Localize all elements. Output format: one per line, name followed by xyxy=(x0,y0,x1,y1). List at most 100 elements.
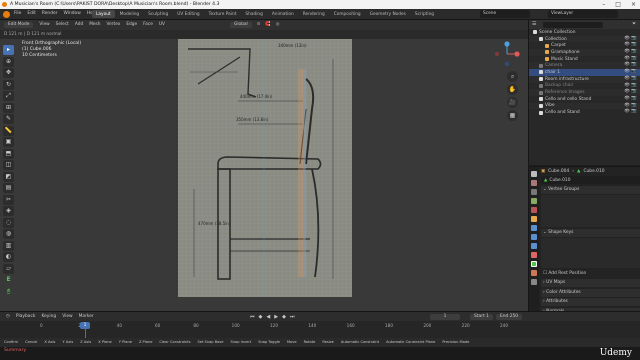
loop-cut-icon[interactable]: ▤ xyxy=(3,183,14,193)
edge-slide-icon[interactable]: ▥ xyxy=(3,240,14,251)
view-layer-selector[interactable]: ViewLayer xyxy=(548,10,618,18)
render-visibility-icon[interactable]: 📷 xyxy=(631,56,637,61)
tool-tab-icon[interactable] xyxy=(531,171,537,177)
visibility-icon[interactable]: 👁 xyxy=(624,56,630,61)
3d-viewport[interactable]: Front Orthographic (Local) (1) Cube.006 … xyxy=(0,39,528,311)
tab-shading[interactable]: Shading xyxy=(241,10,266,18)
visibility-icon[interactable]: 👁 xyxy=(624,76,630,81)
tab-scripting[interactable]: Scripting xyxy=(411,10,438,18)
timeline-menu-keying[interactable]: Keying xyxy=(41,314,56,319)
play-reverse-icon[interactable]: ◀ xyxy=(266,314,270,320)
select-box-icon[interactable]: ▸ xyxy=(3,45,14,55)
summary-label[interactable]: Summary xyxy=(4,348,26,353)
timeline-menu-playback[interactable]: Playback xyxy=(16,314,36,319)
outliner-item[interactable]: Gramaphone 👁 📷 xyxy=(529,49,640,56)
tab-geometry-nodes[interactable]: Geometry Nodes xyxy=(366,10,410,18)
poly-build-icon[interactable]: ◈ xyxy=(3,206,14,216)
add-rest-position-checkbox[interactable]: ☐ Add Rest Position xyxy=(541,270,640,278)
pan-icon[interactable]: ✋ xyxy=(507,84,518,95)
proportional-edit-icon[interactable]: ◎ xyxy=(276,22,280,28)
render-visibility-icon[interactable]: 📷 xyxy=(631,103,637,108)
scale-icon[interactable]: ⤢ xyxy=(3,91,14,101)
section-color-attributes[interactable]: › Color Attributes xyxy=(541,288,640,297)
material-tab-icon[interactable] xyxy=(531,270,537,276)
output-tab-icon[interactable] xyxy=(531,189,537,195)
snap-icon[interactable]: 🧲 xyxy=(265,22,270,28)
move-icon[interactable]: ✥ xyxy=(3,68,14,78)
render-tab-icon[interactable] xyxy=(531,180,537,186)
measure-icon[interactable]: 📏 xyxy=(3,125,14,136)
render-visibility-icon[interactable]: 📷 xyxy=(631,62,637,67)
smooth-icon[interactable]: ◍ xyxy=(3,229,14,239)
transform-icon[interactable]: ⊞ xyxy=(3,102,14,113)
filter-icon[interactable]: ⏷ xyxy=(632,21,636,27)
render-visibility-icon[interactable]: 📷 xyxy=(631,83,637,88)
render-visibility-icon[interactable]: 📷 xyxy=(631,76,637,81)
close-icon[interactable]: × xyxy=(631,1,636,8)
visibility-icon[interactable]: 👁 xyxy=(624,83,630,88)
jump-start-icon[interactable]: ⏮ xyxy=(250,314,255,320)
physics-tab-icon[interactable] xyxy=(531,243,537,249)
tab-animation[interactable]: Animation xyxy=(268,10,298,18)
visibility-icon[interactable]: 👁 xyxy=(624,96,630,101)
blender-menu-icon[interactable] xyxy=(3,11,10,18)
bevel-icon[interactable]: ◩ xyxy=(3,171,14,182)
world-tab-icon[interactable] xyxy=(531,207,537,213)
visibility-icon[interactable]: 👁 xyxy=(624,36,630,41)
viewport-menu-vertex[interactable]: Vertex xyxy=(107,22,121,27)
jump-end-icon[interactable]: ⏭ xyxy=(290,314,295,320)
visibility-icon[interactable]: 👁 xyxy=(624,89,630,94)
tab-rendering[interactable]: Rendering xyxy=(299,10,329,18)
timeline-editor-icon[interactable]: ◷ xyxy=(6,314,10,319)
navigation-gizmo[interactable] xyxy=(494,41,520,67)
orientation-selector[interactable]: Global xyxy=(230,21,252,28)
section-attributes[interactable]: › Attributes xyxy=(541,298,640,306)
constraints-tab-icon[interactable] xyxy=(531,252,537,258)
visibility-icon[interactable]: 👁 xyxy=(624,42,630,47)
playhead[interactable]: 1 xyxy=(80,322,90,329)
vertex-groups-list[interactable] xyxy=(541,195,640,227)
visibility-icon[interactable]: 👁 xyxy=(624,49,630,54)
render-visibility-icon[interactable]: 📷 xyxy=(631,49,637,54)
viewport-menu-edge[interactable]: Edge xyxy=(126,22,137,27)
outliner-item[interactable]: chair 1 👁 📷 xyxy=(529,69,640,76)
section-uv-maps[interactable]: › UV Maps xyxy=(541,279,640,287)
spin-icon[interactable]: ◌ xyxy=(3,217,14,228)
render-visibility-icon[interactable]: 📷 xyxy=(631,109,637,114)
inset-icon[interactable]: ◫ xyxy=(3,160,14,170)
outliner-search-input[interactable] xyxy=(543,21,603,28)
mode-selector[interactable]: Edit Mode xyxy=(4,21,34,28)
tab-uv-editing[interactable]: UV Editing xyxy=(173,10,203,18)
tab-sculpting[interactable]: Sculpting xyxy=(144,10,172,18)
viewport-menu-mesh[interactable]: Mesh xyxy=(89,22,100,27)
scene-selector[interactable]: Scene xyxy=(480,10,530,18)
render-visibility-icon[interactable]: 📷 xyxy=(631,69,637,74)
annotate-icon[interactable]: ✎ xyxy=(3,114,14,124)
tab-texture-paint[interactable]: Texture Paint xyxy=(205,10,241,18)
rotate-icon[interactable]: ↻ xyxy=(3,79,14,90)
shape-keys-list[interactable] xyxy=(541,238,640,268)
extrude-icon[interactable]: ⬒ xyxy=(3,148,14,159)
breadcrumb-object[interactable]: Cube.004 xyxy=(548,169,569,174)
reference-image[interactable]: 440mm (17.4in) 350mm (13.8in) 340mm (13i… xyxy=(178,39,352,297)
section-vertex-groups[interactable]: ⌄ Vertex Groups xyxy=(541,185,640,194)
cursor-icon[interactable]: ⊕ xyxy=(3,56,14,67)
camera-view-icon[interactable]: 🎥 xyxy=(507,97,518,108)
viewport-menu-add[interactable]: Add xyxy=(75,22,83,27)
render-visibility-icon[interactable]: 📷 xyxy=(631,96,637,101)
end-frame-field[interactable]: End 250 xyxy=(495,313,523,320)
tab-modeling[interactable]: Modeling xyxy=(116,10,144,18)
selected-mesh[interactable] xyxy=(298,69,306,277)
visibility-icon[interactable]: 👁 xyxy=(624,103,630,108)
breadcrumb-mesh[interactable]: Cube.010 xyxy=(583,169,604,174)
ortho-toggle-icon[interactable]: ▦ xyxy=(507,110,518,121)
render-visibility-icon[interactable]: 📷 xyxy=(631,89,637,94)
object-tab-icon[interactable] xyxy=(531,216,537,222)
tab-compositing[interactable]: Compositing xyxy=(330,10,365,18)
outliner-item[interactable]: Cello and Stand 👁 📷 xyxy=(529,109,640,116)
outliner-item[interactable]: Scene Collection xyxy=(529,29,640,36)
shear-icon[interactable]: ▱ xyxy=(3,263,14,274)
visibility-icon[interactable]: 👁 xyxy=(624,62,630,67)
render-visibility-icon[interactable]: 📷 xyxy=(631,42,637,47)
menu-edit[interactable]: Edit xyxy=(27,11,36,16)
